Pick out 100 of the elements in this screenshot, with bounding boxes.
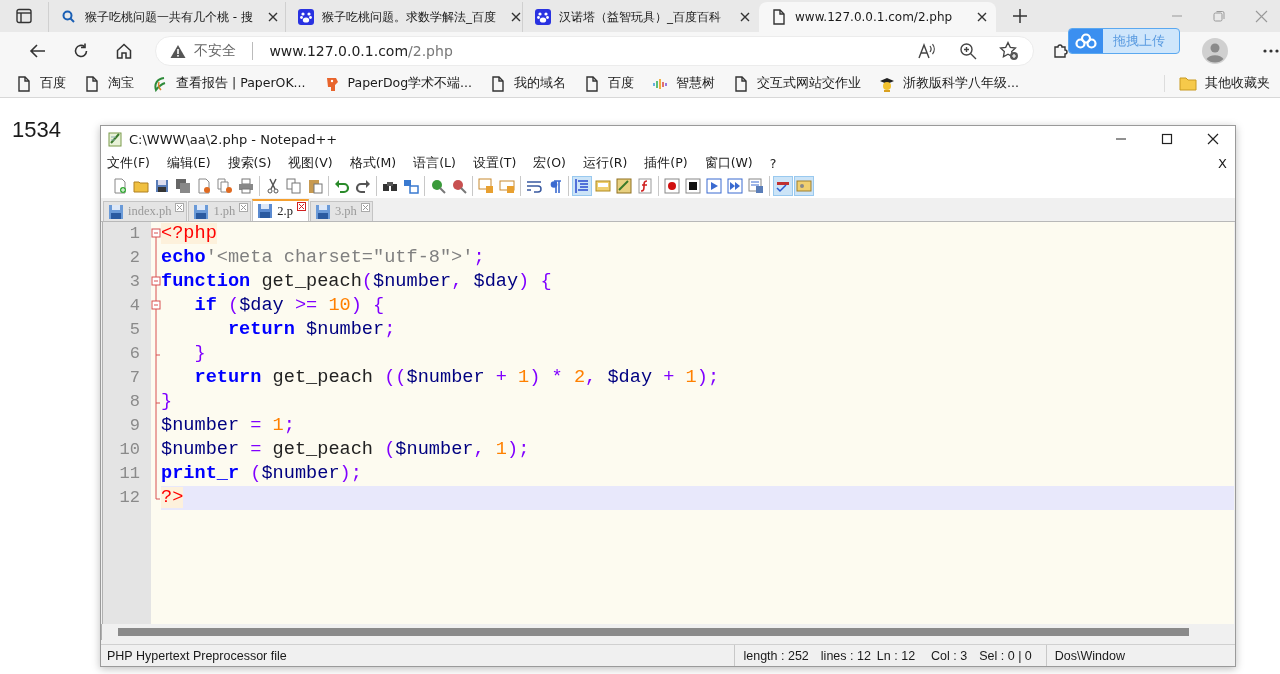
scrollbar-thumb[interactable] [118,628,1189,636]
document-icon [771,9,787,25]
disks-icon [175,178,191,194]
menu-item[interactable]: 文件(F) [107,154,158,172]
menu-item[interactable]: 设置(T) [472,154,525,172]
close-icon[interactable] [976,11,988,23]
close-files-icon [217,178,233,194]
document-icon [84,75,100,92]
document-icon [733,75,750,92]
printer-icon [238,178,254,194]
line-number: 6 [103,342,151,366]
copy-icon [286,178,302,194]
status-text: lines : 12 [819,648,872,663]
menu-item[interactable]: 格式(M) [349,154,405,172]
document-icon [16,75,32,92]
close-icon[interactable] [1207,133,1219,145]
scissors-icon [265,178,281,194]
more-icon[interactable] [1262,49,1280,53]
fast-forward-icon [727,178,743,194]
security-label: 不安全 [194,42,237,60]
close-document-button[interactable]: X [1218,155,1235,171]
menu-item[interactable]: ? [769,155,785,171]
line-number: 4 [103,294,151,318]
menu-item[interactable]: 宏(O) [533,154,574,172]
bookmark[interactable]: 交互式网站交作业 [733,75,862,92]
leaf-icon [152,75,168,92]
line-number: 11 [103,462,151,486]
clipboard-icon [307,178,323,194]
menu-item[interactable]: 窗口(W) [704,154,761,172]
new-file-icon [112,178,128,194]
fold-toggle-icon[interactable] [151,294,161,318]
function-list-icon [637,178,653,194]
toolbar-button[interactable] [683,176,703,196]
bookmark[interactable]: 查看报告 | PaperOK... [152,75,306,92]
bookmark[interactable]: 百度 [16,75,66,92]
play-icon [706,178,722,194]
bookmark[interactable]: 百度 [584,75,635,92]
status-text: Sel : 0 | 0 [978,648,1033,663]
bookmark-folder[interactable]: 其他收藏夹 [1164,75,1280,92]
menu-item[interactable]: 视图(V) [288,154,341,172]
redo-icon [355,178,371,194]
status-text: length : 252 [742,648,810,663]
close-icon[interactable] [266,11,279,23]
line-number: 1 [103,222,151,246]
paw-icon [298,9,314,25]
status-text: Col : 3 [930,648,969,663]
window-title: C:\WWW\aa\2.php - Notepad++ [129,131,338,147]
zoom-in-icon[interactable] [959,42,977,60]
menu-item[interactable]: 编辑(E) [166,154,219,172]
address-field[interactable]: 不安全 www.127.0.0.1.com/2.php [155,36,1034,66]
stop-icon [685,178,701,194]
notepad-icon [107,131,123,147]
close-icon[interactable] [739,11,751,23]
status-text: Ln : 12 [876,648,917,663]
bookmark[interactable]: 智慧树 [652,75,716,92]
url-text: www.127.0.0.1.com/2.php [269,43,453,59]
folder-icon [133,178,149,194]
bookmark[interactable]: 浙教版科学八年级... [879,75,1019,92]
map-icon [616,178,632,194]
tab-actions-icon[interactable] [16,8,32,24]
bookmark[interactable]: PaperDog学术不端... [323,75,473,92]
word-wrap-icon [526,178,542,194]
replace-icon [403,178,419,194]
search-icon [61,9,77,25]
bookmark[interactable]: 我的域名 [490,75,567,92]
read-aloud-icon[interactable] [917,42,937,60]
home-icon[interactable] [114,42,133,60]
line-number: 9 [103,414,151,438]
status-text: PHP Hypertext Preprocessor file [106,648,288,663]
line-number: 5 [103,318,151,342]
menu-item[interactable]: 搜索(S) [227,154,280,172]
record-icon [664,178,680,194]
avatar-icon[interactable] [1202,38,1228,64]
line-number: 8 [103,390,151,414]
file-tab[interactable]: 2.p [252,199,309,221]
image-icon [796,178,812,194]
menu-item[interactable]: 插件(P) [644,154,696,172]
save-macro-icon [748,178,764,194]
close-file-icon [196,178,212,194]
document-icon [584,75,601,92]
paw-icon [535,9,551,25]
menu-item[interactable]: 运行(R) [582,154,636,172]
menu-item[interactable]: 语言(L) [413,154,464,172]
star-plus-icon[interactable] [999,41,1019,61]
maximize-icon[interactable] [1161,133,1173,145]
undo-icon [334,178,350,194]
warning-icon [170,43,187,59]
bookmark[interactable]: 淘宝 [84,75,134,92]
puzzle-icon[interactable] [1052,42,1070,60]
window-lock-icon [478,178,494,194]
close-icon[interactable] [510,11,522,23]
zoom-in-icon [430,178,446,194]
cloud-icon [1075,33,1097,49]
line-number: 10 [103,438,151,462]
line-number: 7 [103,366,151,390]
document-icon [490,75,507,92]
plus-icon[interactable] [1012,8,1028,24]
back-icon[interactable] [28,42,47,60]
browser-tab[interactable]: www.127.0.0.1.com/2.php [759,2,996,32]
fold-toggle-icon[interactable] [151,270,161,294]
